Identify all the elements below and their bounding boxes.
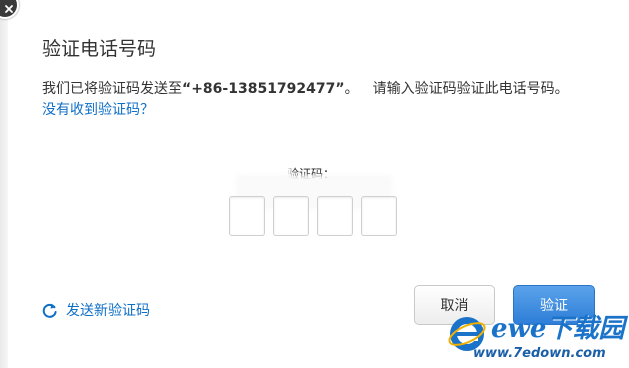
desc-instruction: 请输入验证码验证此电话号码。 <box>372 81 569 97</box>
dialog-title: 验证电话号码 <box>42 38 157 60</box>
code-digit-input[interactable] <box>273 196 309 236</box>
code-input-group <box>229 196 397 236</box>
code-digit-input[interactable] <box>317 196 353 236</box>
site-watermark: ewe下载园 www.7edown.com <box>447 308 625 366</box>
window-left-edge <box>0 0 8 368</box>
watermark-title: ewe下载园 <box>491 314 625 344</box>
not-received-code-link[interactable]: 没有收到验证码？ <box>42 99 154 119</box>
phone-number: “+86-13851792477” <box>182 81 345 97</box>
close-button[interactable] <box>0 0 19 19</box>
desc-prefix: 我们已将验证码发送至 <box>42 81 182 97</box>
refresh-icon <box>42 301 58 319</box>
desc-suffix: 。 <box>344 81 359 97</box>
verify-phone-dialog: 验证电话号码 我们已将验证码发送至“+86-13851792477”。 请输入验证… <box>0 0 629 368</box>
code-digit-input[interactable] <box>361 196 397 236</box>
instruction-text: 我们已将验证码发送至“+86-13851792477”。 请输入验证码验证此电话号… <box>42 78 569 98</box>
resend-label: 发送新验证码 <box>66 303 150 319</box>
resend-code-link[interactable]: 发送新验证码 <box>42 300 150 320</box>
close-icon <box>5 5 13 13</box>
watermark-url: www.7edown.com <box>473 346 606 361</box>
code-digit-input[interactable] <box>229 196 265 236</box>
